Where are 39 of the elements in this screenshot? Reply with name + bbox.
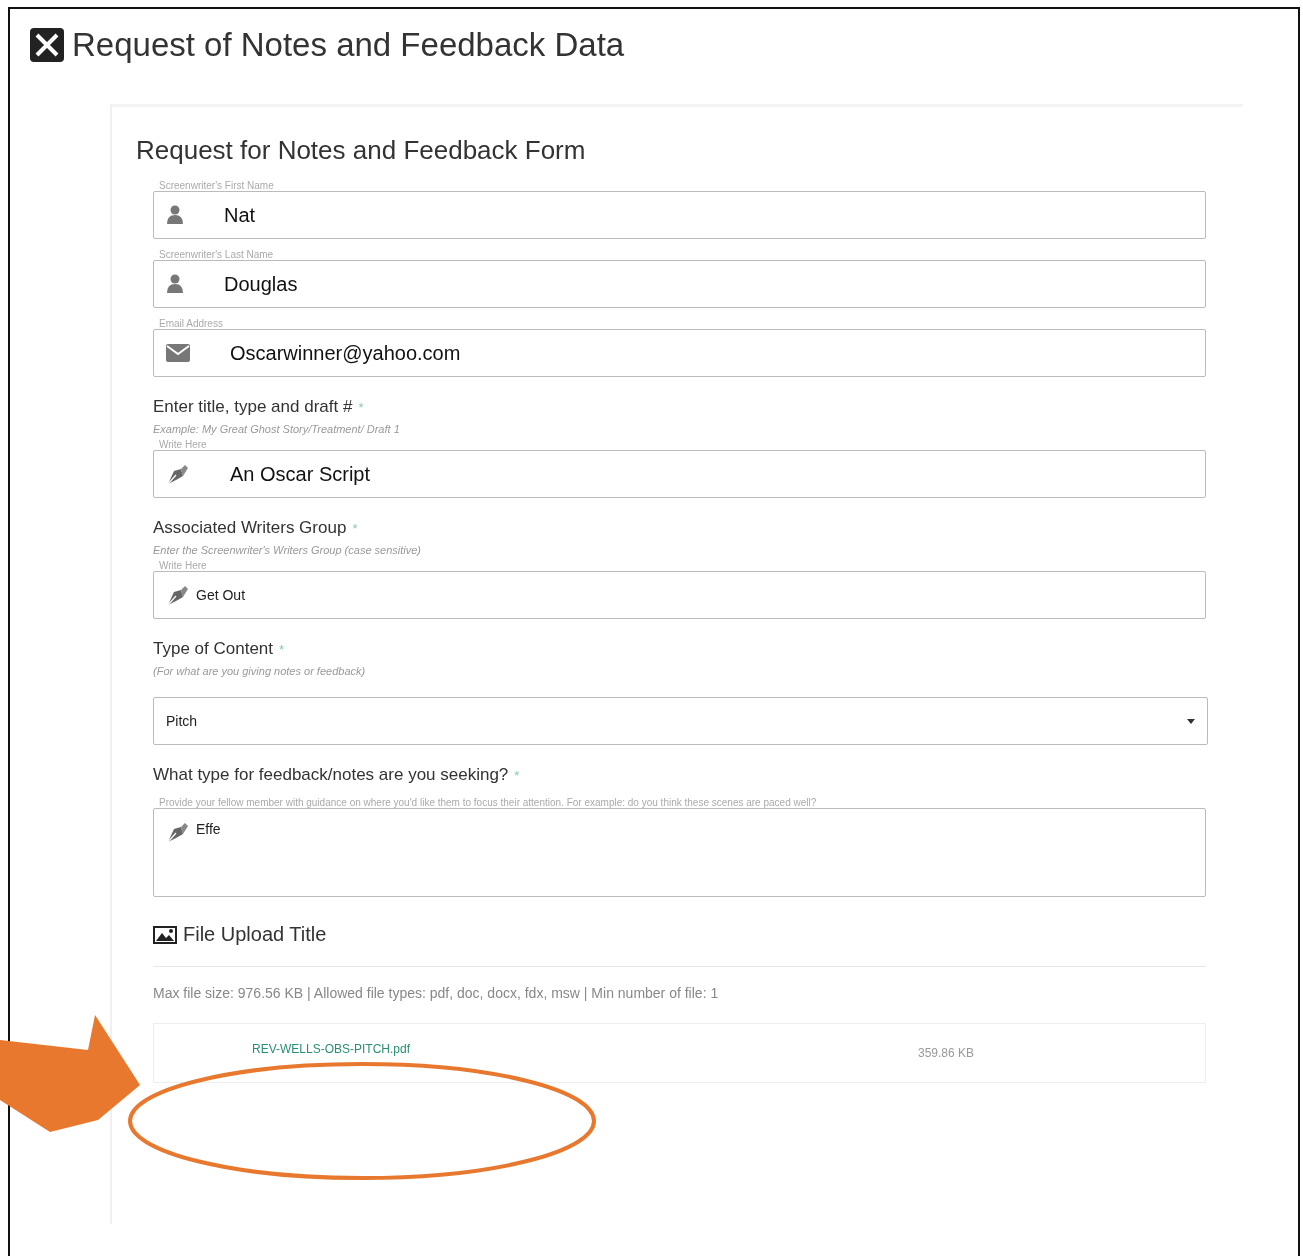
text-area[interactable]: Effe <box>153 808 1206 897</box>
question-label: Enter title, type and draft # <box>153 397 353 416</box>
input-field[interactable]: Douglas <box>153 260 1206 308</box>
envelope-icon <box>166 344 190 362</box>
required-mark: * <box>279 642 285 657</box>
file-size: 359.86 KB <box>918 1046 975 1060</box>
required-mark: * <box>352 521 358 536</box>
pen-nib-icon <box>166 463 190 485</box>
field-label: Email Address <box>159 318 224 329</box>
image-icon <box>153 925 177 944</box>
field-label: Write Here <box>159 439 208 450</box>
close-icon <box>30 28 64 62</box>
file-link[interactable]: REV-WELLS-OBS-PITCH.pdf <box>252 1042 812 1056</box>
pen-nib-icon <box>166 584 190 606</box>
pen-nib-icon <box>166 821 190 843</box>
person-icon <box>166 274 184 294</box>
page-title: Request of Notes and Feedback Data <box>72 26 625 64</box>
person-icon <box>166 205 184 225</box>
select-field[interactable]: Pitch <box>153 697 1208 745</box>
upload-title: File Upload Title <box>183 923 327 946</box>
question-label: What type for feedback/notes are you seeking? <box>153 765 509 784</box>
required-mark: * <box>514 768 520 783</box>
field-label: Screenwriter's First Name <box>159 180 275 191</box>
field-label: Provide your fellow member with guidance on where you'd like them to focus their attention. For example: do you think these scenes are paced well? <box>159 797 818 808</box>
upload-info-text: Max file size: 976.56 KB | Allowed file types: pdf, doc, docx, fdx, msw | Min number of file: 1 <box>153 985 720 1001</box>
field-label: Screenwriter's Last Name <box>159 249 275 260</box>
question-label: Type of Content <box>153 639 274 658</box>
input-field[interactable]: Get Out <box>153 571 1206 619</box>
required-mark: * <box>358 400 364 415</box>
form-title: Request for Notes and Feedback Form <box>136 135 587 166</box>
hint-text: Enter the Screenwriter's Writers Group (case sensitive) <box>153 544 423 556</box>
input-field[interactable]: Nat <box>153 191 1206 239</box>
field-label: Write Here <box>159 560 208 571</box>
input-field[interactable]: Oscarwinner@yahoo.com <box>153 329 1206 377</box>
hint-text: Example: My Great Ghost Story/Treatment/ Draft 1 <box>153 423 401 435</box>
hint-text: (For what are you giving notes or feedback) <box>153 665 367 677</box>
input-field[interactable]: An Oscar Script <box>153 450 1206 498</box>
caret-icon <box>1187 718 1195 724</box>
question-label: Associated Writers Group <box>153 518 347 537</box>
